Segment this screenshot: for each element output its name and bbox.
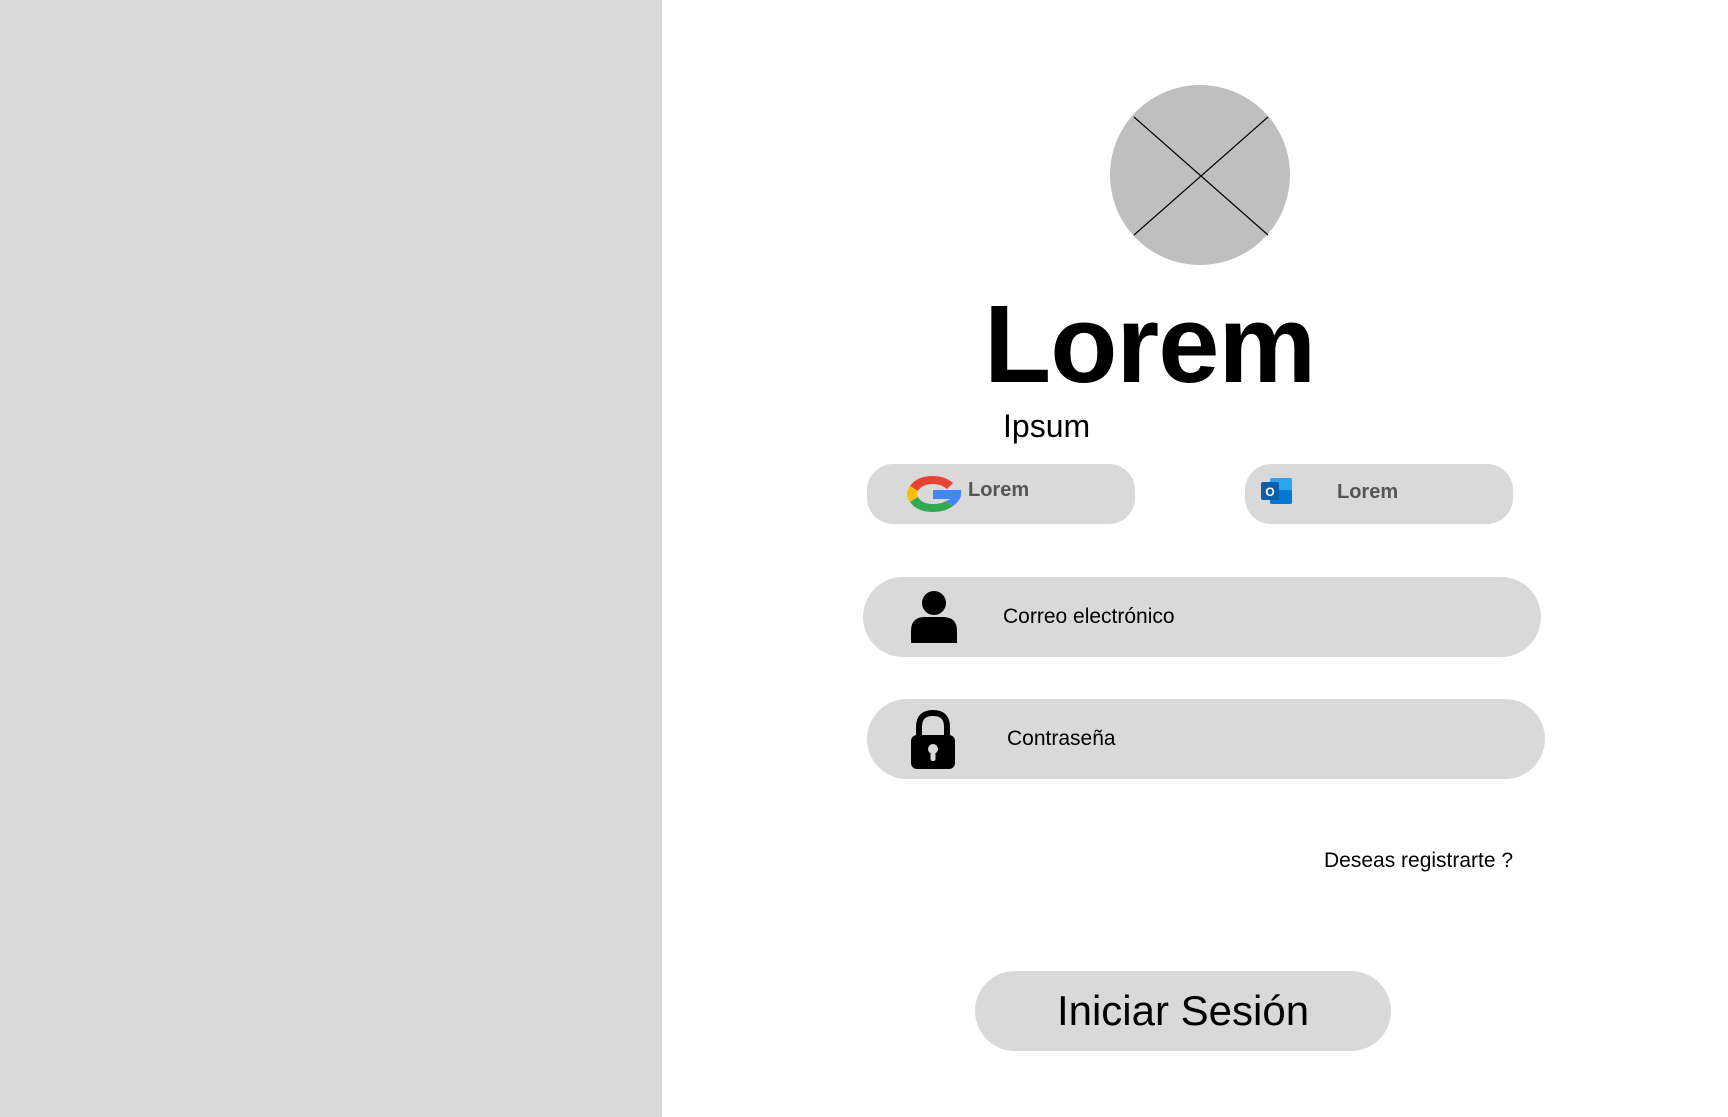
user-icon [911, 591, 957, 648]
register-link[interactable]: Deseas registrarte ? [1324, 849, 1513, 873]
image-placeholder-icon [1110, 85, 1290, 265]
brand-title: Lorem [984, 283, 1316, 406]
login-page: Lorem Ipsum Lorem O Lorem Correo electró… [0, 0, 1728, 1117]
side-image-panel [0, 0, 662, 1117]
email-field[interactable] [1003, 577, 1503, 657]
email-field-container [863, 577, 1541, 657]
google-button-label: Lorem [968, 479, 1030, 501]
password-field-container [867, 699, 1545, 779]
outlook-login-button[interactable]: O Lorem [1245, 464, 1513, 524]
google-icon [903, 472, 963, 521]
login-button[interactable]: Iniciar Sesión [975, 971, 1391, 1051]
lock-icon [909, 709, 957, 776]
svg-text:O: O [1265, 485, 1274, 499]
outlook-icon: O [1260, 476, 1294, 511]
outlook-button-label: Lorem [1337, 481, 1399, 503]
brand-subtitle: Ipsum [1003, 408, 1091, 444]
password-field[interactable] [1007, 699, 1507, 779]
google-login-button[interactable]: Lorem [867, 464, 1135, 524]
